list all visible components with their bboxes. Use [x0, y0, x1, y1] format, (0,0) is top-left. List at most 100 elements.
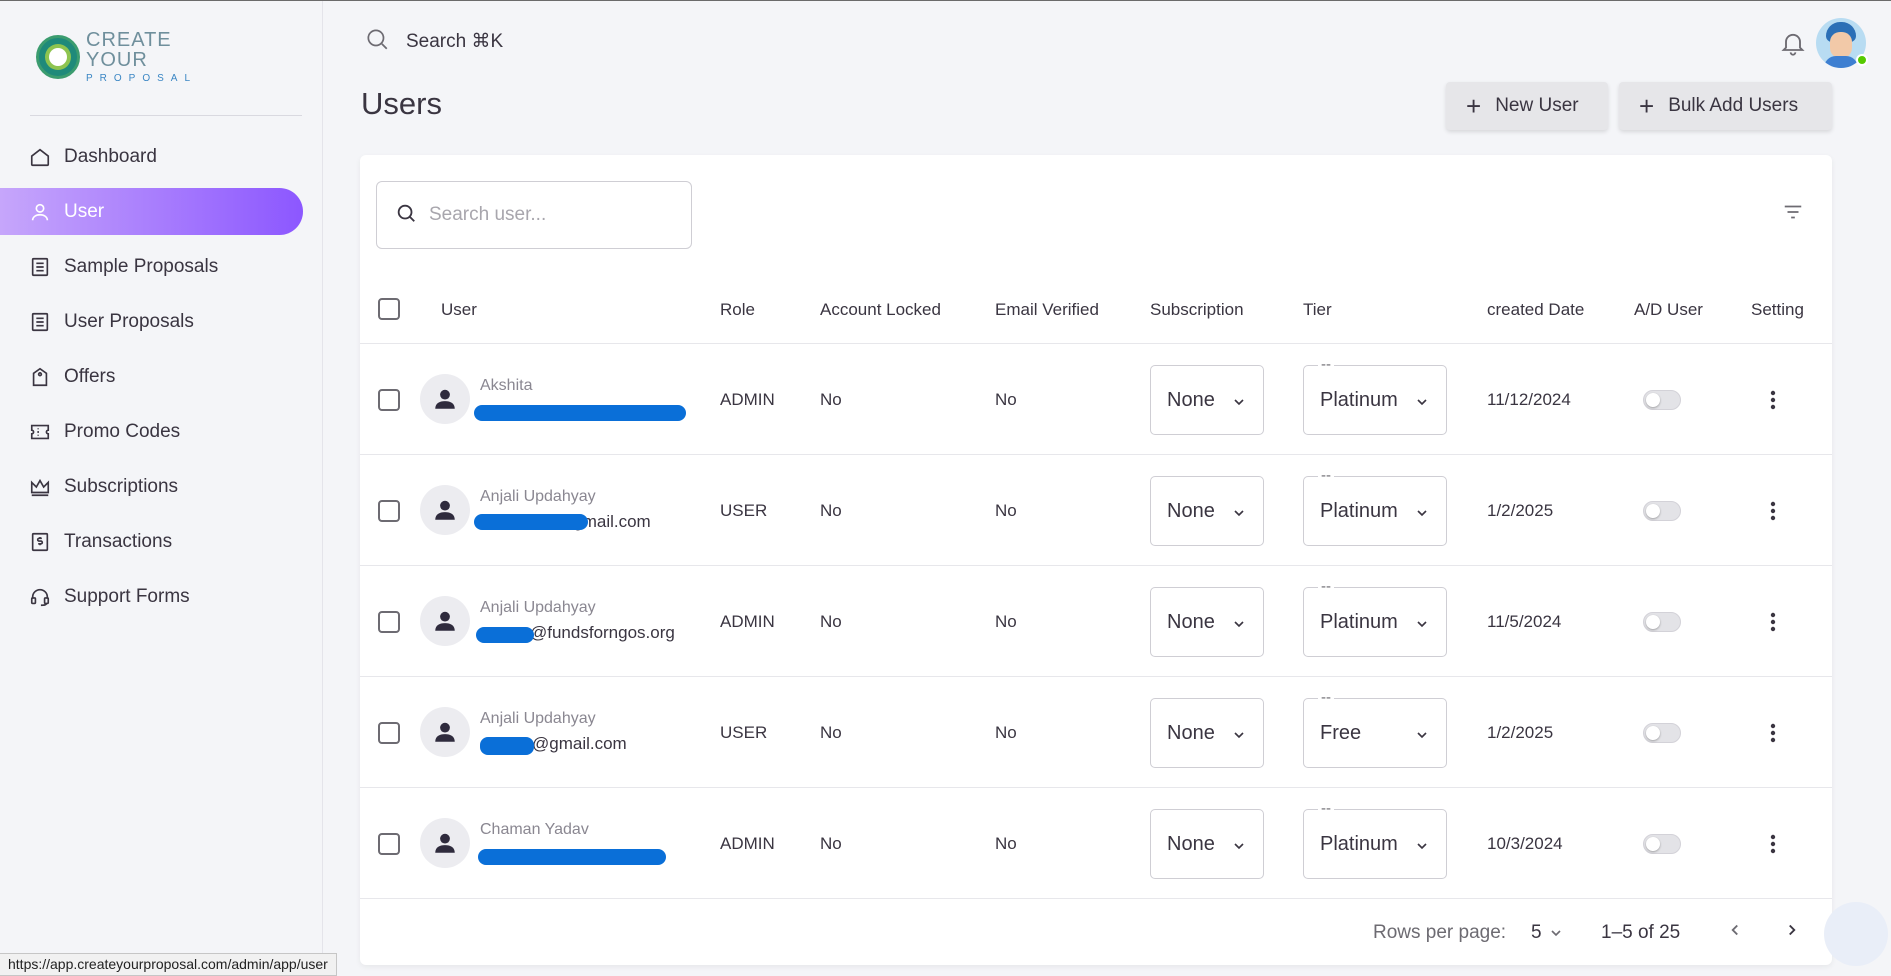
column-header-ad-user[interactable]: A/D User	[1634, 300, 1703, 320]
sidebar-item-sample-proposals[interactable]: Sample Proposals	[0, 243, 303, 290]
crown-icon	[28, 475, 52, 499]
column-header-role[interactable]: Role	[720, 300, 755, 320]
sidebar-item-offers[interactable]: Offers	[0, 353, 303, 400]
redaction-mark	[480, 737, 534, 755]
sidebar-item-user[interactable]: User	[0, 188, 303, 235]
chevron-down-icon	[1231, 615, 1247, 638]
column-header-account-locked[interactable]: Account Locked	[820, 300, 941, 320]
table-row[interactable]: Anjali Updahyay @gmail.com USER No No No…	[360, 455, 1832, 566]
user-email: @fundsforngos.org	[530, 623, 675, 642]
subscription-value: None	[1167, 610, 1215, 633]
row-checkbox[interactable]	[378, 389, 400, 411]
user-name: Anjali Updahyay	[480, 488, 596, 505]
column-header-setting[interactable]: Setting	[1751, 300, 1804, 320]
user-avatar-placeholder	[420, 707, 470, 757]
chevron-down-icon	[1231, 393, 1247, 416]
sidebar-item-user-proposals[interactable]: User Proposals	[0, 298, 303, 345]
user-search-field[interactable]	[376, 181, 692, 249]
sidebar-item-label: Support Forms	[64, 585, 190, 607]
previous-page-button[interactable]	[1720, 917, 1750, 947]
user-name: Anjali Updahyay	[480, 599, 596, 616]
user-name: Chaman Yadav	[480, 821, 589, 838]
sidebar-item-label: Offers	[64, 365, 116, 387]
next-page-button[interactable]	[1777, 917, 1807, 947]
row-checkbox[interactable]	[378, 722, 400, 744]
online-status-dot	[1856, 54, 1868, 66]
column-header-subscription[interactable]: Subscription	[1150, 300, 1244, 320]
sidebar-item-transactions[interactable]: Transactions	[0, 518, 303, 565]
table-row[interactable]: Anjali Updahyay @fundsforngos.org ADMIN …	[360, 566, 1832, 677]
subscription-select[interactable]: None	[1150, 365, 1264, 435]
browser-status-url: https://app.createyourproposal.com/admin…	[0, 953, 337, 976]
account-locked-value: No	[820, 501, 842, 520]
tier-value: Platinum	[1320, 832, 1398, 855]
tier-value: Platinum	[1320, 499, 1398, 522]
redaction-mark	[474, 514, 588, 530]
email-verified-value: No	[995, 501, 1017, 520]
ad-user-toggle[interactable]	[1643, 834, 1681, 854]
more-vertical-icon[interactable]	[1761, 610, 1785, 634]
user-search-input[interactable]	[429, 204, 669, 226]
user-role: USER	[720, 723, 768, 742]
page-title: Users	[361, 86, 442, 121]
subscription-select[interactable]: None	[1150, 587, 1264, 657]
user-avatar-placeholder	[420, 485, 470, 535]
ad-user-toggle[interactable]	[1643, 501, 1681, 521]
redaction-mark	[474, 405, 686, 421]
sidebar-item-label: User	[64, 200, 105, 222]
row-checkbox[interactable]	[378, 611, 400, 633]
floating-chat-button[interactable]	[1824, 902, 1888, 966]
column-header-user[interactable]: User	[441, 300, 477, 320]
sidebar-item-dashboard[interactable]: Dashboard	[0, 133, 303, 180]
more-vertical-icon[interactable]	[1761, 721, 1785, 745]
column-header-tier[interactable]: Tier	[1303, 300, 1332, 320]
row-checkbox[interactable]	[378, 500, 400, 522]
table-row[interactable]: Anjali Updahyay @gmail.com USER No No No…	[360, 677, 1832, 788]
created-date: 11/5/2024	[1487, 612, 1562, 631]
bulk-add-users-button[interactable]: + Bulk Add Users	[1619, 82, 1832, 130]
more-vertical-icon[interactable]	[1761, 832, 1785, 856]
user-icon	[28, 200, 52, 224]
ad-user-toggle[interactable]	[1643, 612, 1681, 632]
user-name: Akshita	[480, 377, 533, 394]
ad-user-toggle[interactable]	[1643, 723, 1681, 743]
rows-per-page-select[interactable]: 5	[1531, 922, 1564, 944]
bell-icon[interactable]	[1779, 28, 1807, 63]
subscription-value: None	[1167, 721, 1215, 744]
plus-icon: +	[1639, 91, 1655, 121]
subscription-value: None	[1167, 832, 1215, 855]
filter-icon[interactable]	[1782, 201, 1804, 228]
ad-user-toggle[interactable]	[1643, 390, 1681, 410]
sidebar-item-subscriptions[interactable]: Subscriptions	[0, 463, 303, 510]
row-checkbox[interactable]	[378, 833, 400, 855]
tier-select[interactable]: Platinum	[1303, 365, 1447, 435]
chevron-down-icon	[1414, 726, 1430, 749]
tier-select[interactable]: Platinum	[1303, 809, 1447, 879]
tier-select[interactable]: Platinum	[1303, 476, 1447, 546]
table-row[interactable]: Chaman Yadav ADMIN No No None Platinum -…	[360, 788, 1832, 899]
subscription-select[interactable]: None	[1150, 698, 1264, 768]
more-vertical-icon[interactable]	[1761, 388, 1785, 412]
global-search[interactable]: Search ⌘K	[364, 26, 503, 57]
new-user-button[interactable]: + New User	[1446, 82, 1608, 130]
subscription-select[interactable]: None	[1150, 476, 1264, 546]
ticket-icon	[28, 420, 52, 444]
home-icon	[28, 145, 52, 169]
user-role: USER	[720, 501, 768, 520]
column-header-email-verified[interactable]: Email Verified	[995, 300, 1099, 320]
select-all-checkbox[interactable]	[378, 298, 400, 320]
sidebar-item-support-forms[interactable]: Support Forms	[0, 573, 303, 620]
sidebar-item-promo-codes[interactable]: Promo Codes	[0, 408, 303, 455]
tier-value: Platinum	[1320, 388, 1398, 411]
table-row[interactable]: Akshita ADMIN No No None Platinum -- 11/…	[360, 344, 1832, 455]
tier-select[interactable]: Platinum	[1303, 587, 1447, 657]
account-locked-value: No	[820, 834, 842, 853]
brand-logo[interactable]: CREATE YOUR PROPOSAL	[36, 27, 236, 87]
column-header-created-date[interactable]: created Date	[1487, 300, 1584, 320]
more-vertical-icon[interactable]	[1761, 499, 1785, 523]
plus-icon: +	[1466, 91, 1482, 121]
account-locked-value: No	[820, 612, 842, 631]
tier-select[interactable]: Free	[1303, 698, 1447, 768]
sidebar-item-label: Promo Codes	[64, 420, 181, 442]
subscription-select[interactable]: None	[1150, 809, 1264, 879]
